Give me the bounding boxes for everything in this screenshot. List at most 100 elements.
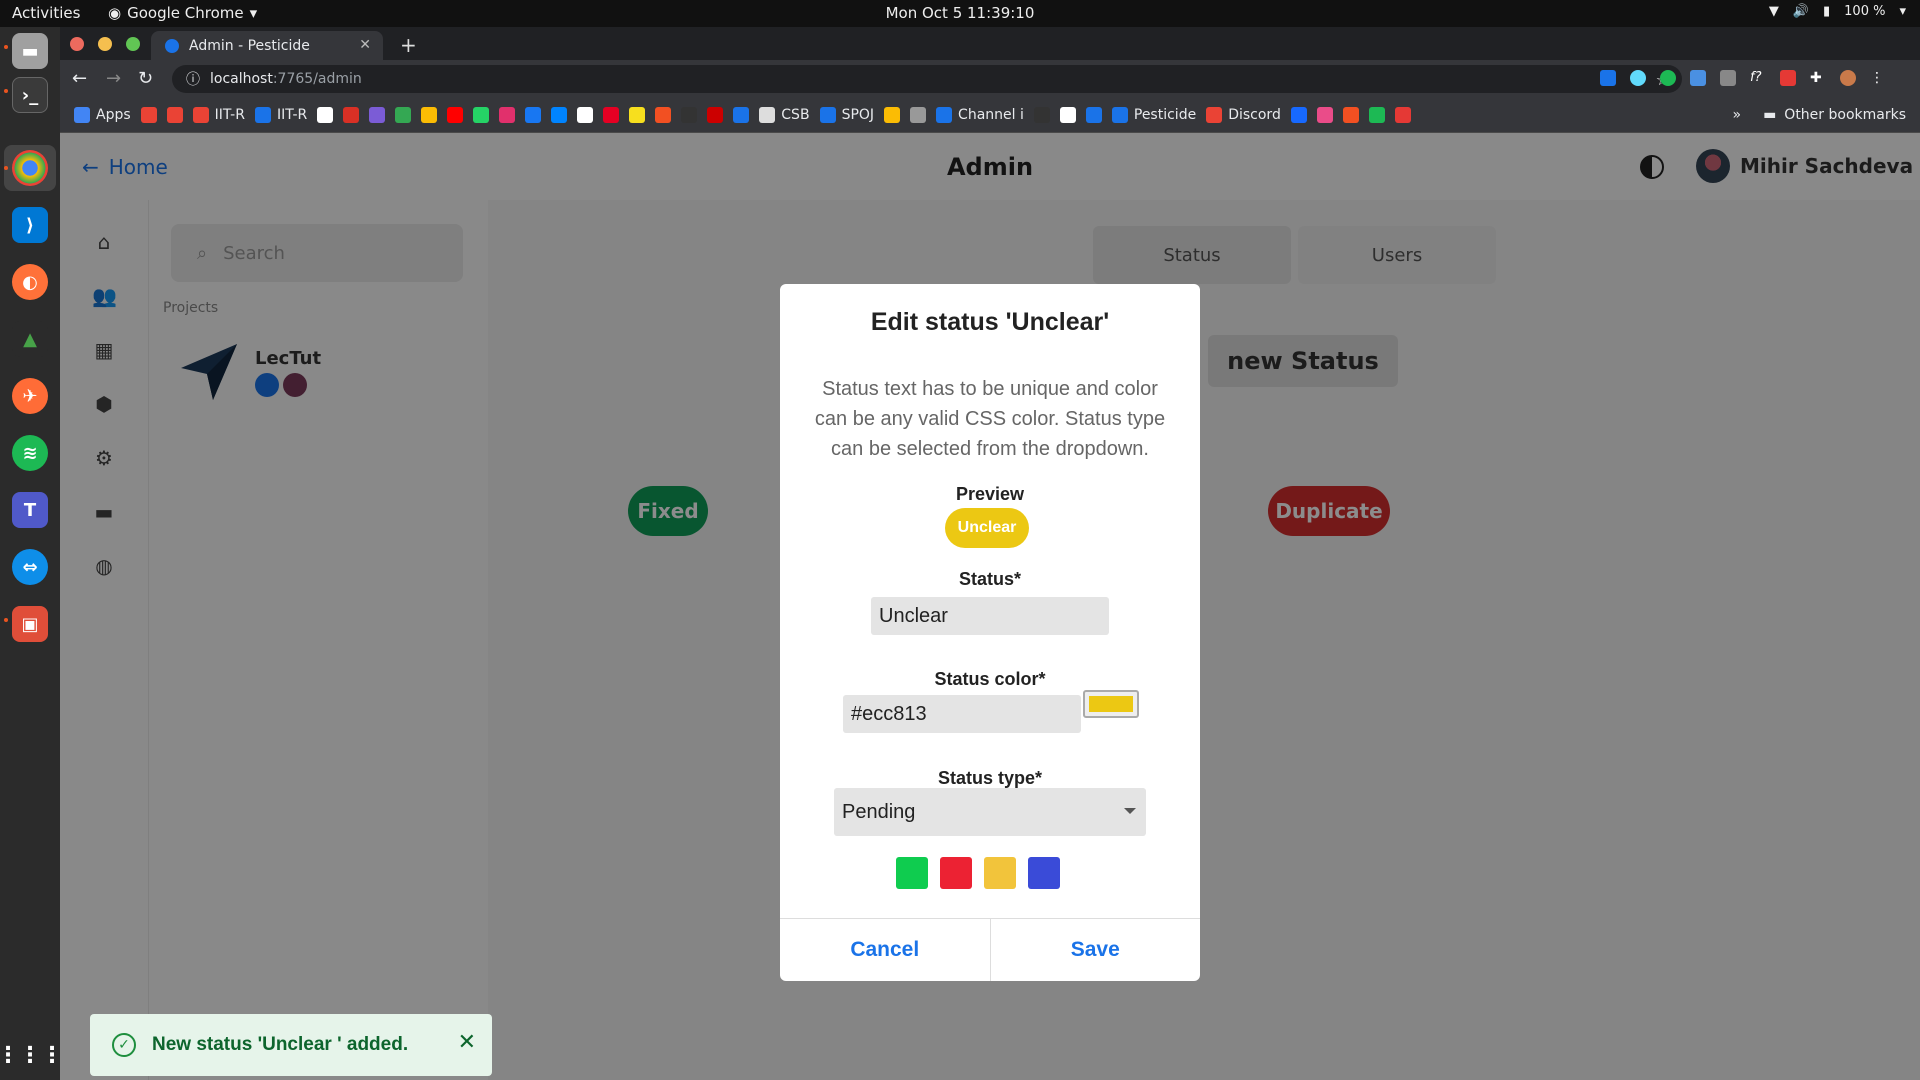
bookmark-item[interactable] xyxy=(1394,107,1411,123)
bookmark-item[interactable] xyxy=(395,107,412,123)
extension-icon[interactable] xyxy=(1720,70,1736,86)
site-info-icon[interactable]: ⓘ xyxy=(186,69,200,89)
bookmark-item[interactable]: Channel i xyxy=(936,107,1024,123)
bookmark-item[interactable] xyxy=(421,107,438,123)
bookmark-item[interactable] xyxy=(1290,107,1307,123)
status-type-select[interactable]: Pending xyxy=(834,788,1146,836)
bookmark-item[interactable] xyxy=(1368,107,1385,123)
reload-button[interactable]: ↻ xyxy=(138,68,153,89)
vscode-icon[interactable]: ⟩ xyxy=(12,207,48,243)
power-menu-icon: ▾ xyxy=(1899,4,1906,19)
address-bar[interactable]: ⓘ localhost:7765/admin ☆ xyxy=(172,65,1682,93)
bookmark-item[interactable]: Apps xyxy=(74,107,131,123)
bookmark-item[interactable]: IIT-R xyxy=(192,107,245,123)
bookmark-item[interactable] xyxy=(317,107,334,123)
close-toast-icon[interactable]: ✕ xyxy=(458,1030,476,1055)
show-applications-icon[interactable]: ⋮⋮⋮ xyxy=(0,1037,63,1073)
bookmark-item[interactable]: CSB xyxy=(759,107,810,123)
other-bookmarks-folder[interactable]: » ▬ Other bookmarks xyxy=(1732,107,1906,123)
mongodb-compass-icon[interactable]: ▲ xyxy=(12,321,48,357)
bookmark-item[interactable] xyxy=(910,107,927,123)
bookmark-item[interactable]: SPOJ xyxy=(819,107,874,123)
bookmark-item[interactable] xyxy=(551,107,568,123)
bookmark-favicon-icon xyxy=(884,107,901,123)
bookmark-item[interactable] xyxy=(525,107,542,123)
swatch-yellow[interactable] xyxy=(984,857,1016,889)
react-devtools-icon[interactable] xyxy=(1630,70,1646,86)
preview-text: Unclear xyxy=(957,519,1017,536)
bookmarks-bar: Apps IIT-R IIT-R CSB SPOJ Channel i Pesticide D… xyxy=(60,98,1920,133)
color-picker-button[interactable] xyxy=(1083,690,1139,718)
clock[interactable]: Mon Oct 5 11:39:10 xyxy=(0,4,1920,22)
app-menu[interactable]: ◉ Google Chrome ▾ xyxy=(108,4,257,22)
bookmark-item[interactable] xyxy=(577,107,594,123)
back-button[interactable]: ← xyxy=(72,68,87,89)
bookmark-item[interactable] xyxy=(655,107,672,123)
bookmark-favicon-icon xyxy=(733,107,750,123)
bookmark-item[interactable] xyxy=(681,107,698,123)
bookmark-item[interactable] xyxy=(1316,107,1333,123)
postman-icon[interactable]: ✈ xyxy=(12,378,48,414)
status-name-input[interactable]: Unclear xyxy=(871,597,1109,635)
bookmark-favicon-icon xyxy=(819,107,836,123)
swatch-red[interactable] xyxy=(940,857,972,889)
bookmark-item[interactable] xyxy=(166,107,183,123)
cancel-button[interactable]: Cancel xyxy=(780,919,991,981)
bookmark-item[interactable]: Discord xyxy=(1206,107,1281,123)
new-tab-button[interactable]: + xyxy=(400,33,417,57)
chevron-double-right-icon[interactable]: » xyxy=(1732,107,1741,123)
save-button[interactable]: Save xyxy=(991,919,1201,981)
bookmark-favicon-icon xyxy=(1394,107,1411,123)
close-window-button[interactable] xyxy=(70,37,84,51)
system-tray[interactable]: ▼ 🔊 ▮ 100 % ▾ xyxy=(1769,4,1906,19)
bookmark-item[interactable] xyxy=(1059,107,1076,123)
spotify-icon[interactable]: ≋ xyxy=(12,435,48,471)
bookmark-item[interactable] xyxy=(473,107,490,123)
bookmark-item[interactable] xyxy=(1342,107,1359,123)
extension-icon[interactable] xyxy=(1600,70,1616,86)
kebab-menu-icon[interactable]: ⋮ xyxy=(1870,70,1886,86)
extension-icon[interactable] xyxy=(1780,70,1796,86)
bookmark-favicon-icon xyxy=(166,107,183,123)
teamviewer-icon[interactable]: ⇔ xyxy=(12,549,48,585)
bookmark-item[interactable] xyxy=(1033,107,1050,123)
firefox-icon[interactable]: ◐ xyxy=(12,264,48,300)
chrome-icon[interactable] xyxy=(12,150,48,186)
teams-icon[interactable]: T xyxy=(12,492,48,528)
extension-icon[interactable] xyxy=(1660,70,1676,86)
activities-button[interactable]: Activities xyxy=(12,4,80,22)
bookmark-item[interactable] xyxy=(343,107,360,123)
status-color-label: Status color* xyxy=(934,669,1046,689)
bookmark-item[interactable] xyxy=(447,107,464,123)
bookmark-item[interactable] xyxy=(603,107,620,123)
minimize-window-button[interactable] xyxy=(98,37,112,51)
chevron-down-icon: ▾ xyxy=(249,4,258,22)
profile-avatar-icon[interactable] xyxy=(1840,70,1856,86)
files-icon[interactable]: ▬ xyxy=(12,33,48,69)
bookmark-item[interactable] xyxy=(629,107,646,123)
puzzle-extensions-icon[interactable]: ✚ xyxy=(1810,70,1826,86)
terminal-icon[interactable]: ›_ xyxy=(12,77,48,113)
bookmark-item[interactable] xyxy=(707,107,724,123)
close-tab-icon[interactable]: ✕ xyxy=(359,37,371,53)
bookmark-item[interactable] xyxy=(1085,107,1102,123)
bookmark-item[interactable]: IIT-R xyxy=(254,107,307,123)
bookmark-favicon-icon xyxy=(629,107,646,123)
bookmark-item[interactable] xyxy=(733,107,750,123)
bookmark-item[interactable] xyxy=(140,107,157,123)
formula-extension-icon[interactable]: f? xyxy=(1750,70,1766,86)
tab-admin-pesticide[interactable]: Admin - Pesticide ✕ xyxy=(151,31,383,60)
bookmark-favicon-icon xyxy=(74,107,90,123)
screenshot-tool-icon[interactable]: ▣ xyxy=(12,606,48,642)
maximize-window-button[interactable] xyxy=(126,37,140,51)
bookmark-item[interactable] xyxy=(499,107,516,123)
bookmark-item[interactable] xyxy=(369,107,386,123)
forward-button[interactable]: → xyxy=(106,68,121,89)
bookmark-item[interactable] xyxy=(884,107,901,123)
swatch-blue[interactable] xyxy=(1028,857,1060,889)
extension-icon[interactable] xyxy=(1690,70,1706,86)
status-name-value: Unclear xyxy=(879,604,948,627)
bookmark-item[interactable]: Pesticide xyxy=(1111,107,1196,123)
status-color-input[interactable]: #ecc813 xyxy=(843,695,1081,733)
swatch-green[interactable] xyxy=(896,857,928,889)
